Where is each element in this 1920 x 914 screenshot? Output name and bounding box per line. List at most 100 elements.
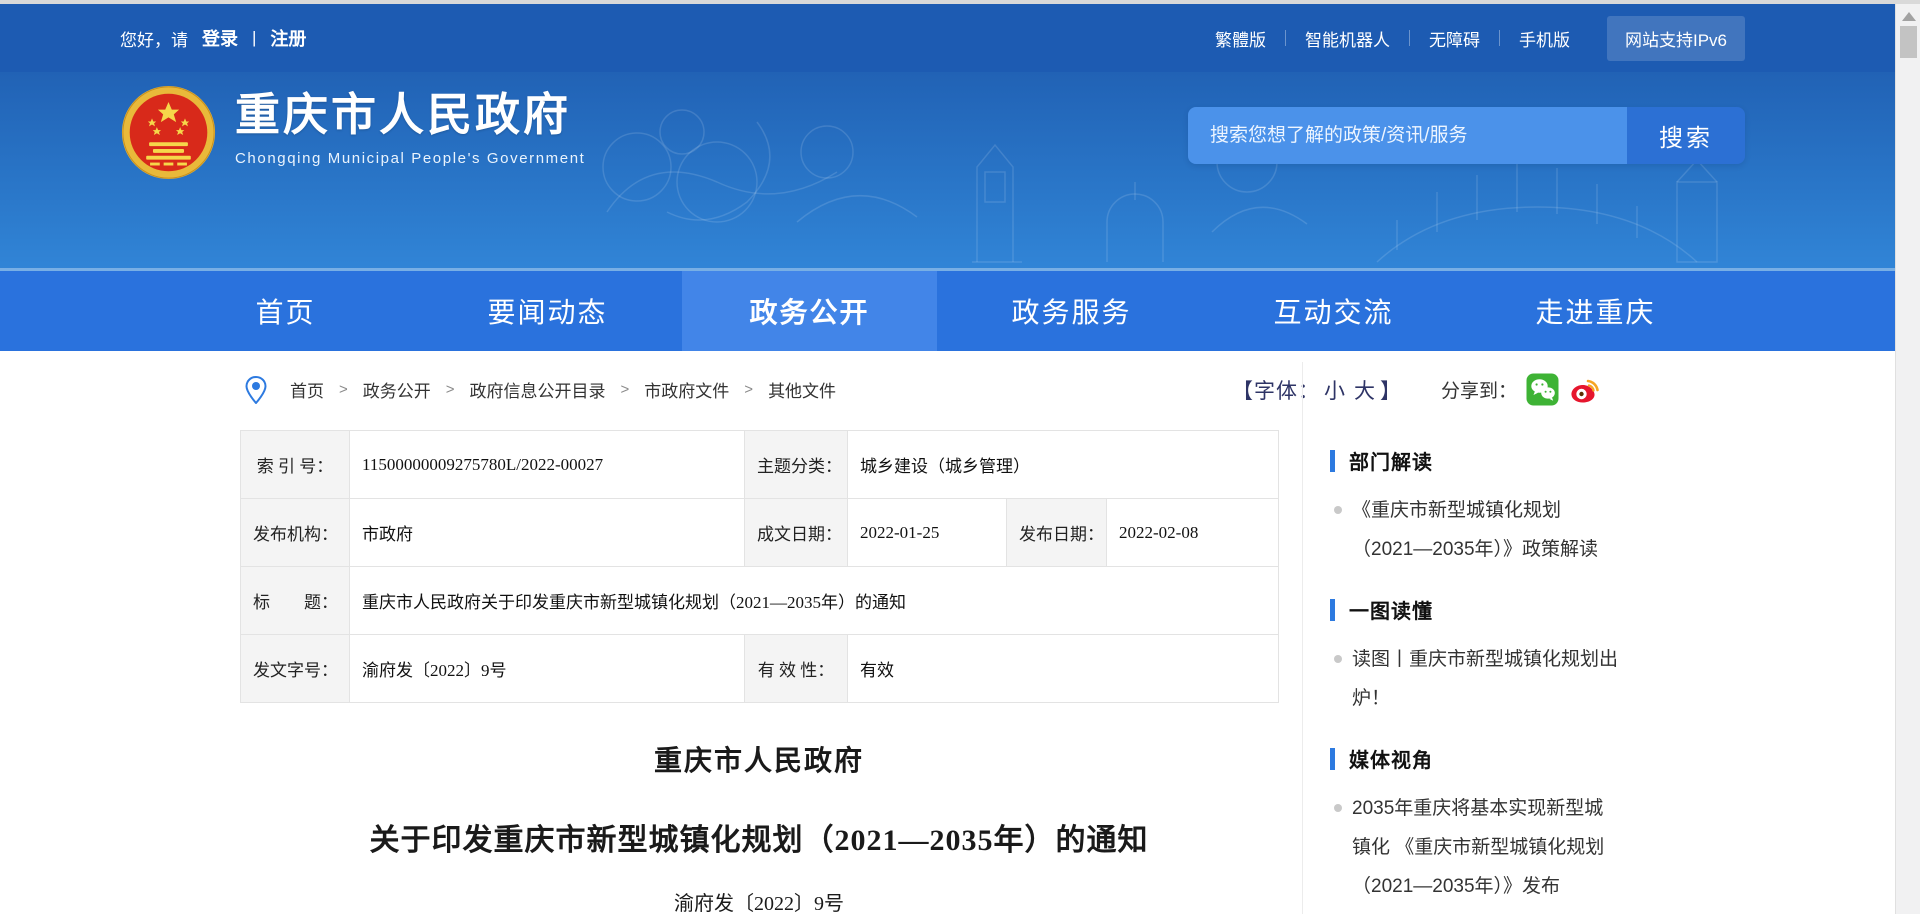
nav-item-home[interactable]: 首页	[158, 271, 413, 351]
meta-label-org: 发布机构：	[241, 499, 350, 567]
weibo-icon[interactable]	[1568, 373, 1601, 406]
account-links: 您好，请 登录 | 注册	[120, 25, 306, 51]
breadcrumb-item-city-docs[interactable]: 市政府文件	[644, 377, 729, 402]
document-heading: 重庆市人民政府 关于印发重庆市新型城镇化规划（2021—2035年）的通知 渝府…	[240, 739, 1278, 914]
traditional-chinese-link[interactable]: 繁體版	[1196, 26, 1285, 51]
bullet-dot-icon	[1334, 655, 1342, 663]
section-accent-bar	[1330, 748, 1335, 770]
main-nav: 首页 要闻动态 政务公开 政务服务 互动交流 走进重庆	[0, 271, 1895, 351]
site-title: 重庆市人民政府	[235, 86, 585, 144]
meta-value-validity: 有效	[848, 635, 1279, 703]
search-input[interactable]	[1188, 107, 1627, 164]
greeting-text: 您好，请	[120, 26, 188, 51]
table-row: 发布机构： 市政府 成文日期： 2022-01-25 发布日期： 2022-02…	[241, 499, 1279, 567]
national-emblem-logo	[120, 84, 217, 181]
utility-topbar: 您好，请 登录 | 注册 繁體版 智能机器人 无障碍 手机版 网站支持IPv6	[0, 4, 1895, 72]
font-control-suffix: 】	[1380, 375, 1402, 405]
font-control-prefix: 【字体：	[1232, 375, 1320, 405]
meta-label-index: 索 引 号：	[241, 431, 350, 499]
breadcrumb-separator: >	[621, 381, 630, 398]
meta-value-doc-no: 渝府发〔2022〕9号	[350, 635, 745, 703]
link-line: 炉！	[1352, 679, 1745, 718]
header-cityscape-art	[547, 72, 1747, 271]
section-title: 媒体视角	[1349, 744, 1433, 773]
table-row: 发文字号： 渝府发〔2022〕9号 有 效 性： 有效	[241, 635, 1279, 703]
breadcrumb-separator: >	[339, 381, 348, 398]
section-accent-bar	[1330, 450, 1335, 472]
nav-item-about-chongqing[interactable]: 走进重庆	[1468, 271, 1723, 351]
mobile-version-link[interactable]: 手机版	[1500, 26, 1589, 51]
scroll-up-arrow-icon[interactable]	[1902, 12, 1916, 21]
breadcrumb-item-other-docs[interactable]: 其他文件	[768, 377, 836, 402]
link-line: 镇化 《重庆市新型城镇化规划	[1352, 828, 1745, 867]
link-line: 读图丨重庆市新型城镇化规划出	[1352, 640, 1745, 679]
share-bar: 分享到：	[1441, 351, 1601, 428]
search-button[interactable]: 搜索	[1627, 107, 1745, 164]
utility-links: 繁體版 智能机器人 无障碍 手机版 网站支持IPv6	[1196, 16, 1745, 61]
document-meta-table: 索 引 号： 11500000009275780L/2022-00027 主题分…	[240, 430, 1279, 703]
bullet-dot-icon	[1334, 506, 1342, 514]
site-subtitle: Chongqing Municipal People's Government	[235, 150, 585, 167]
smart-robot-link[interactable]: 智能机器人	[1286, 26, 1409, 51]
sidebar-link-policy-interpretation[interactable]: 《重庆市新型城镇化规划 （2021—2035年）》政策解读	[1330, 491, 1745, 569]
content-area: 索 引 号： 11500000009275780L/2022-00027 主题分…	[0, 428, 1895, 914]
breadcrumb-separator: >	[446, 381, 455, 398]
link-line: 2035年重庆将基本实现新型城	[1352, 789, 1745, 828]
login-register-divider: |	[252, 28, 256, 48]
login-link[interactable]: 登录	[202, 25, 238, 51]
meta-label-date-written: 成文日期：	[745, 499, 848, 567]
government-portal-page: 您好，请 登录 | 注册 繁體版 智能机器人 无障碍 手机版 网站支持IPv6	[0, 4, 1895, 914]
breadcrumb-row: 首页 > 政务公开 > 政府信息公开目录 > 市政府文件 > 其他文件 【字体：…	[0, 351, 1895, 428]
nav-item-gov-services[interactable]: 政务服务	[944, 271, 1199, 351]
link-line: （2021—2035年）》政策解读	[1352, 530, 1745, 569]
font-size-control: 【字体： 小 大 】	[1232, 351, 1402, 428]
browser-viewport: 您好，请 登录 | 注册 繁體版 智能机器人 无障碍 手机版 网站支持IPv6	[0, 0, 1920, 914]
meta-value-date-pub: 2022-02-08	[1107, 499, 1279, 567]
sidebar-link-infographic[interactable]: 读图丨重庆市新型城镇化规划出 炉！	[1330, 640, 1745, 718]
nav-item-gov-disclosure[interactable]: 政务公开	[682, 271, 937, 351]
breadcrumb-item-catalog[interactable]: 政府信息公开目录	[470, 377, 606, 402]
sidebar-link-media-article[interactable]: 2035年重庆将基本实现新型城 镇化 《重庆市新型城镇化规划 （2021—203…	[1330, 789, 1745, 906]
document-column: 索 引 号： 11500000009275780L/2022-00027 主题分…	[240, 430, 1278, 914]
brand-text: 重庆市人民政府 Chongqing Municipal People's Gov…	[235, 84, 585, 167]
site-search: 搜索	[1188, 107, 1745, 164]
meta-label-doc-no: 发文字号：	[241, 635, 350, 703]
browser-edge-line	[0, 0, 1920, 4]
register-link[interactable]: 注册	[270, 25, 306, 51]
section-title: 部门解读	[1349, 446, 1433, 475]
meta-label-title: 标 题：	[241, 567, 350, 635]
document-title: 关于印发重庆市新型城镇化规划（2021—2035年）的通知	[240, 815, 1278, 859]
meta-label-validity: 有 效 性：	[745, 635, 848, 703]
document-issuer: 重庆市人民政府	[240, 739, 1278, 779]
breadcrumb-item-disclosure[interactable]: 政务公开	[363, 377, 431, 402]
section-accent-bar	[1330, 599, 1335, 621]
sidebar-section-interpretation: 部门解读 《重庆市新型城镇化规划 （2021—2035年）》政策解读	[1330, 446, 1745, 569]
section-header: 媒体视角	[1330, 744, 1745, 773]
browser-scrollbar[interactable]	[1895, 4, 1920, 914]
nav-item-news[interactable]: 要闻动态	[420, 271, 675, 351]
nav-item-interaction[interactable]: 互动交流	[1206, 271, 1461, 351]
column-divider	[1302, 362, 1303, 914]
font-large-button[interactable]: 大	[1350, 375, 1380, 405]
table-row: 索 引 号： 11500000009275780L/2022-00027 主题分…	[241, 431, 1279, 499]
meta-value-date-written: 2022-01-25	[848, 499, 1007, 567]
font-small-button[interactable]: 小	[1320, 375, 1350, 405]
site-header: 重庆市人民政府 Chongqing Municipal People's Gov…	[0, 72, 1895, 271]
accessibility-link[interactable]: 无障碍	[1410, 26, 1499, 51]
share-label: 分享到：	[1441, 376, 1517, 403]
breadcrumb: 首页 > 政务公开 > 政府信息公开目录 > 市政府文件 > 其他文件	[245, 351, 836, 428]
site-brand[interactable]: 重庆市人民政府 Chongqing Municipal People's Gov…	[120, 84, 585, 181]
ipv6-support-badge[interactable]: 网站支持IPv6	[1607, 16, 1745, 61]
wechat-icon[interactable]	[1526, 373, 1559, 406]
bullet-dot-icon	[1334, 804, 1342, 812]
meta-label-date-pub: 发布日期：	[1007, 499, 1107, 567]
table-row: 标 题： 重庆市人民政府关于印发重庆市新型城镇化规划（2021—2035年）的通…	[241, 567, 1279, 635]
breadcrumb-separator: >	[744, 381, 753, 398]
scrollbar-thumb[interactable]	[1900, 26, 1917, 58]
link-line: （2021—2035年）》发布	[1352, 867, 1745, 906]
meta-value-title: 重庆市人民政府关于印发重庆市新型城镇化规划（2021—2035年）的通知	[350, 567, 1279, 635]
breadcrumb-item-home[interactable]: 首页	[290, 377, 324, 402]
sidebar-section-media: 媒体视角 2035年重庆将基本实现新型城 镇化 《重庆市新型城镇化规划 （202…	[1330, 744, 1745, 906]
main-nav-items: 首页 要闻动态 政务公开 政务服务 互动交流 走进重庆	[0, 271, 1895, 351]
meta-value-index: 11500000009275780L/2022-00027	[350, 431, 745, 499]
